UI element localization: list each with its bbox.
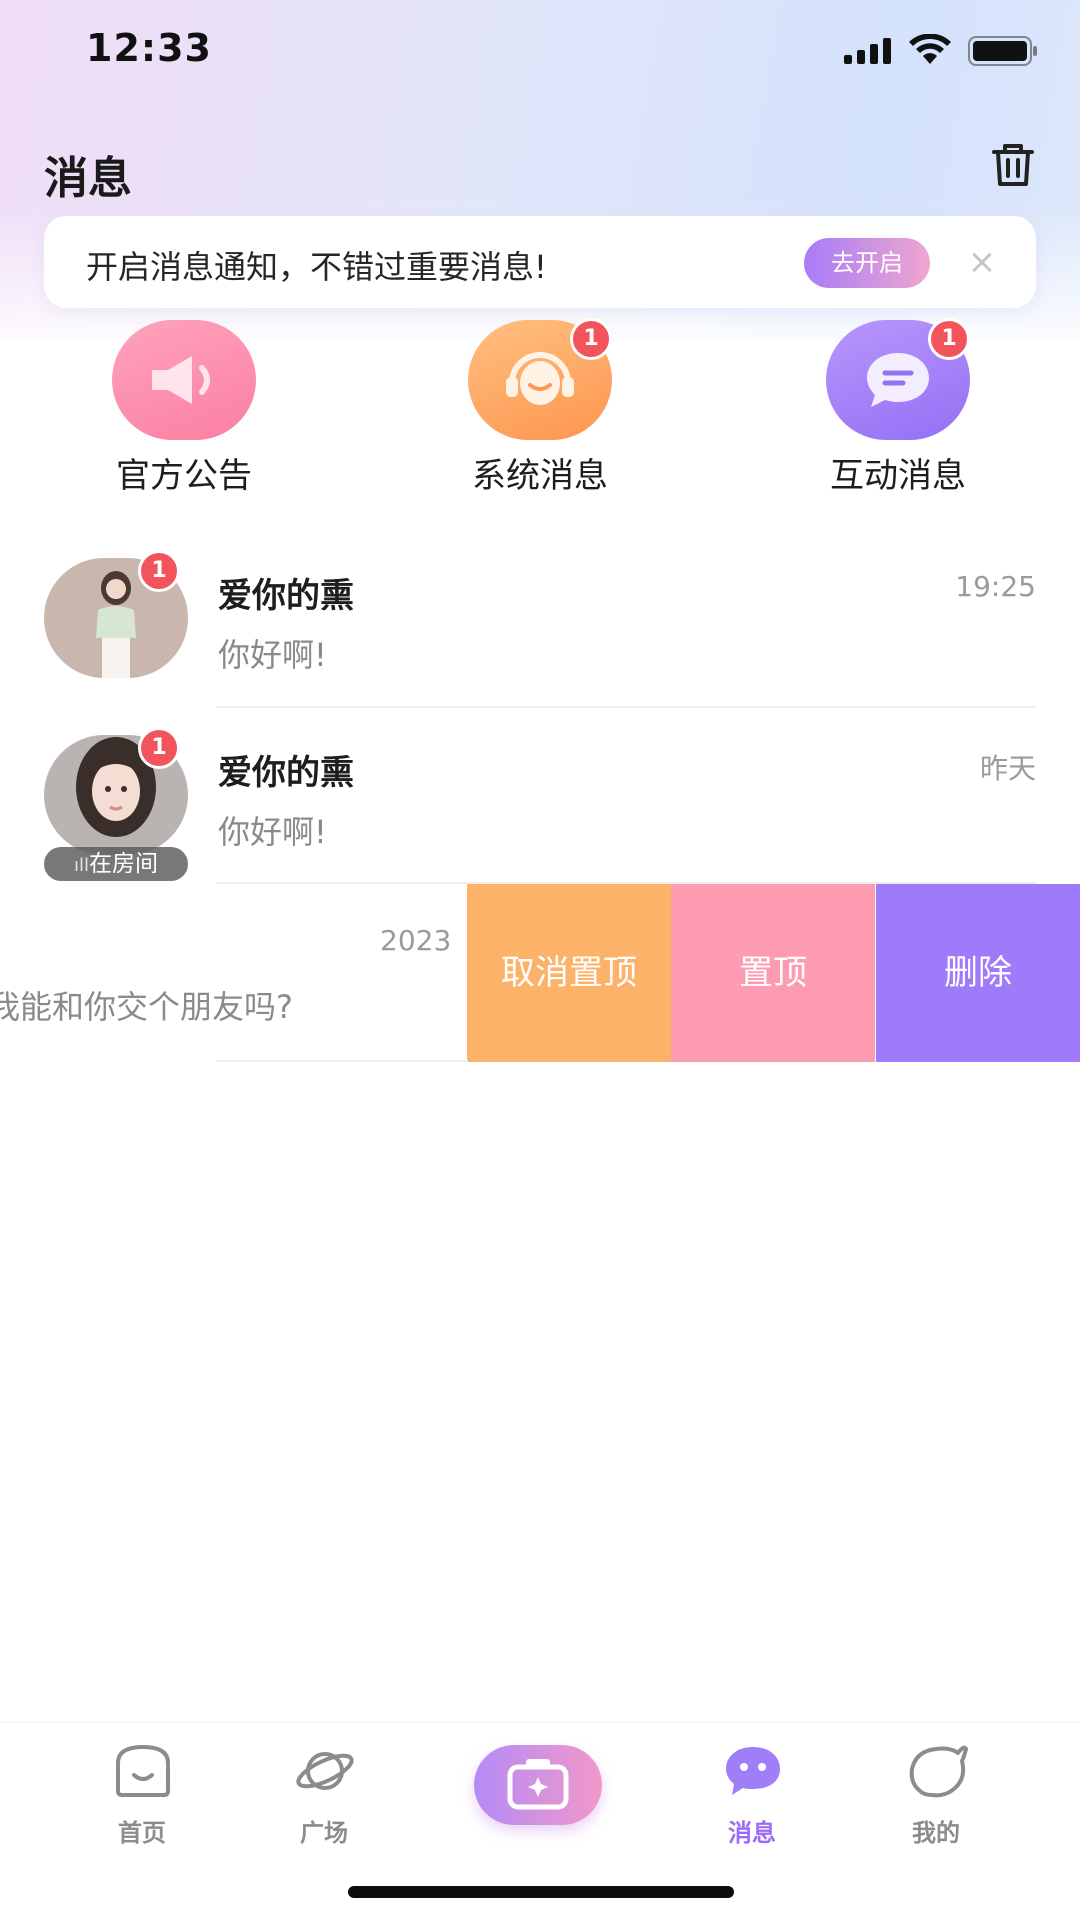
quick-entry-label: 系统消息 — [472, 456, 608, 496]
unpin-button[interactable]: 取消置顶 — [467, 884, 671, 1062]
pin-button[interactable]: 置顶 — [671, 884, 875, 1062]
notification-banner: 开启消息通知，不错过重要消息! 去开启 × — [44, 216, 1036, 308]
in-room-tag: ıll在房间 — [44, 847, 188, 881]
unread-badge: 1 — [138, 550, 180, 592]
megaphone-icon — [112, 320, 256, 440]
conversation-preview: 我能和你交个朋友吗? — [0, 988, 293, 1026]
close-icon[interactable]: × — [962, 242, 1002, 282]
enable-notification-button[interactable]: 去开启 — [804, 238, 930, 288]
nav-label: 首页 — [118, 1819, 166, 1847]
camera-button[interactable] — [474, 1745, 602, 1825]
list-divider — [216, 1060, 468, 1062]
page-title: 消息 — [44, 153, 132, 204]
status-time: 12:33 — [86, 26, 212, 70]
conversation-name: 爱你的熏 — [218, 753, 354, 793]
conversation-preview: 你好啊! — [218, 636, 327, 674]
notification-text: 开启消息通知，不错过重要消息! — [86, 248, 547, 286]
nav-label: 消息 — [728, 1819, 776, 1847]
conversation-time: 19:25 — [955, 570, 1036, 603]
nav-home[interactable]: 首页 — [72, 1743, 212, 1853]
unread-badge: 1 — [138, 727, 180, 769]
conversation-preview: 你好啊! — [218, 813, 327, 851]
message-bubble-icon — [726, 1747, 780, 1795]
swiped-conversation-item[interactable]: 2023 我能和你交个朋友吗? 取消置顶 置顶 删除 — [0, 884, 1080, 1062]
quick-entry-label: 互动消息 — [830, 456, 966, 496]
in-room-tag-label: 在房间 — [89, 851, 158, 877]
battery-icon — [968, 36, 1037, 66]
status-bar: 12:33 — [0, 0, 1080, 100]
official-announcement-entry[interactable]: 官方公告 — [74, 320, 294, 500]
camera-icon — [507, 1759, 569, 1810]
trash-icon[interactable] — [988, 140, 1038, 190]
nav-label: 我的 — [912, 1819, 960, 1847]
live-bars-icon: ıll — [73, 855, 89, 876]
wifi-icon — [909, 34, 951, 64]
profile-blob-icon — [909, 1745, 968, 1798]
nav-label: 广场 — [300, 1819, 348, 1847]
nav-messages[interactable]: 消息 — [682, 1743, 822, 1853]
conversation-time: 2023 — [380, 924, 452, 957]
conversation-time: 昨天 — [979, 752, 1036, 785]
cellular-signal-icon — [844, 38, 891, 64]
home-face-icon — [116, 1744, 170, 1797]
home-indicator — [348, 1886, 734, 1898]
interaction-message-entry[interactable]: 1 互动消息 — [788, 318, 1008, 500]
conversation-item[interactable]: 1 爱你的熏 19:25 你好啊! — [0, 550, 1080, 736]
conversation-name: 爱你的熏 — [218, 576, 354, 616]
system-message-entry[interactable]: 1 系统消息 — [430, 318, 650, 500]
unread-badge: 1 — [570, 318, 612, 360]
nav-profile[interactable]: 我的 — [866, 1743, 1006, 1853]
quick-entry-label: 官方公告 — [116, 456, 252, 496]
delete-button[interactable]: 删除 — [876, 884, 1080, 1062]
nav-square[interactable]: 广场 — [254, 1743, 394, 1853]
planet-icon — [296, 1752, 354, 1790]
unread-badge: 1 — [928, 318, 970, 360]
list-divider — [216, 706, 1036, 708]
